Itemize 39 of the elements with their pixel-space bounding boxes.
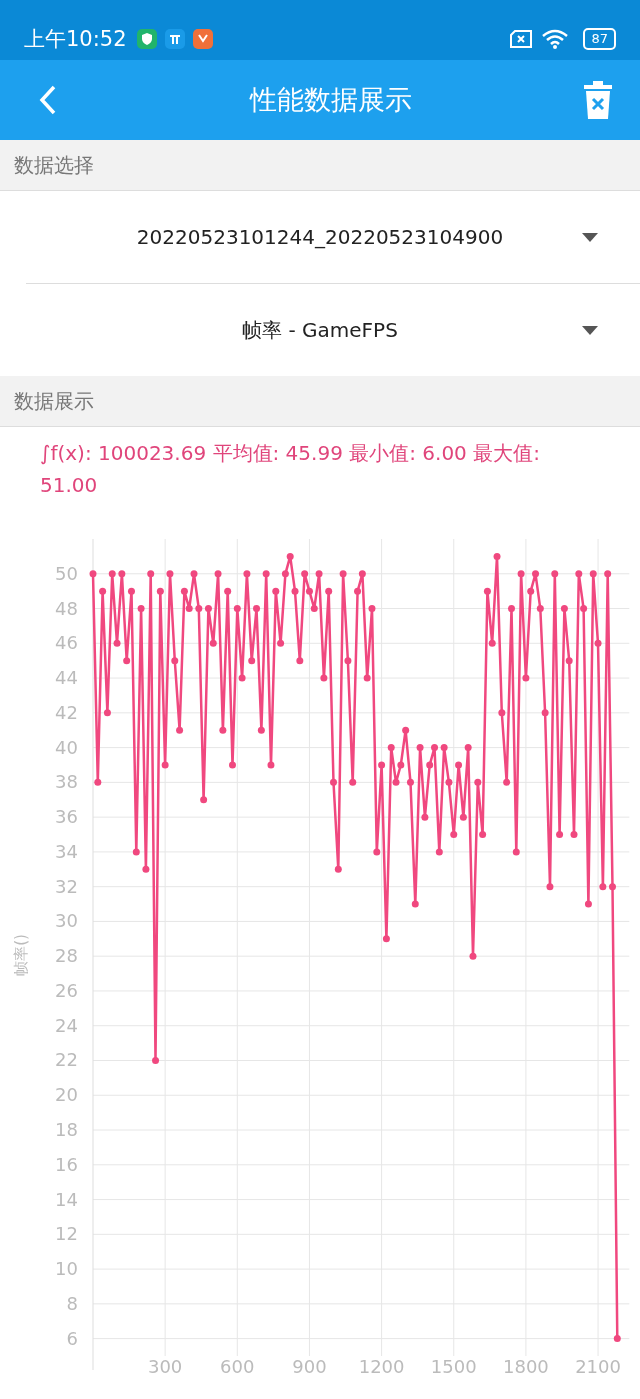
page-title: 性能数据展示 — [250, 83, 412, 117]
battery-level: 87 — [591, 31, 608, 46]
y-tick-label: 14 — [55, 1188, 78, 1210]
y-tick-label: 26 — [55, 979, 78, 1001]
x-tick-label: 300 — [147, 1355, 183, 1377]
x-tick-label: 2100 — [575, 1355, 621, 1377]
y-tick-label: 16 — [55, 1153, 78, 1175]
y-tick-label: 12 — [55, 1223, 78, 1245]
y-axis-label: 帧率() — [12, 934, 30, 976]
y-tick-label: 42 — [55, 701, 78, 723]
y-tick-label: 50 — [55, 562, 78, 584]
y-tick-label: 6 — [66, 1327, 78, 1349]
y-tick-label: 34 — [55, 840, 78, 862]
x-tick-label: 1500 — [430, 1355, 477, 1377]
x-tick-label: 900 — [292, 1355, 327, 1377]
y-tick-label: 24 — [55, 1014, 78, 1036]
y-tick-label: 8 — [66, 1292, 78, 1314]
y-tick-label: 10 — [55, 1258, 78, 1280]
stats-text: ∫f(x): 100023.69 平均值: 45.99 最小值: 6.00 最大值: 51.00 — [39, 440, 541, 499]
status-time: 上午10:52 — [24, 26, 127, 53]
y-tick-label: 30 — [55, 910, 78, 932]
y-tick-label: 28 — [55, 945, 78, 967]
y-tick-label: 48 — [55, 597, 78, 619]
section-title: 数据展示 — [14, 387, 94, 415]
dropdown[interactable]: 帧率 - GameFPS — [0, 284, 640, 376]
y-tick-label: 44 — [55, 667, 78, 689]
y-tick-label: 22 — [55, 1049, 78, 1071]
x-tick-label: 600 — [220, 1355, 255, 1377]
dropdown[interactable]: 20220523101244_20220523104900 — [0, 191, 640, 283]
y-tick-label: 18 — [55, 1119, 78, 1140]
y-tick-label: 40 — [55, 736, 78, 758]
y-tick-label: 20 — [55, 1084, 78, 1106]
y-tick-label: 32 — [55, 875, 78, 897]
y-tick-label: 36 — [55, 806, 78, 828]
x-tick-label: 1800 — [503, 1355, 549, 1377]
section-title: 数据选择 — [14, 151, 94, 179]
x-tick-label: 1200 — [358, 1355, 405, 1377]
y-tick-label: 46 — [55, 632, 78, 654]
y-tick-label: 38 — [55, 771, 78, 793]
